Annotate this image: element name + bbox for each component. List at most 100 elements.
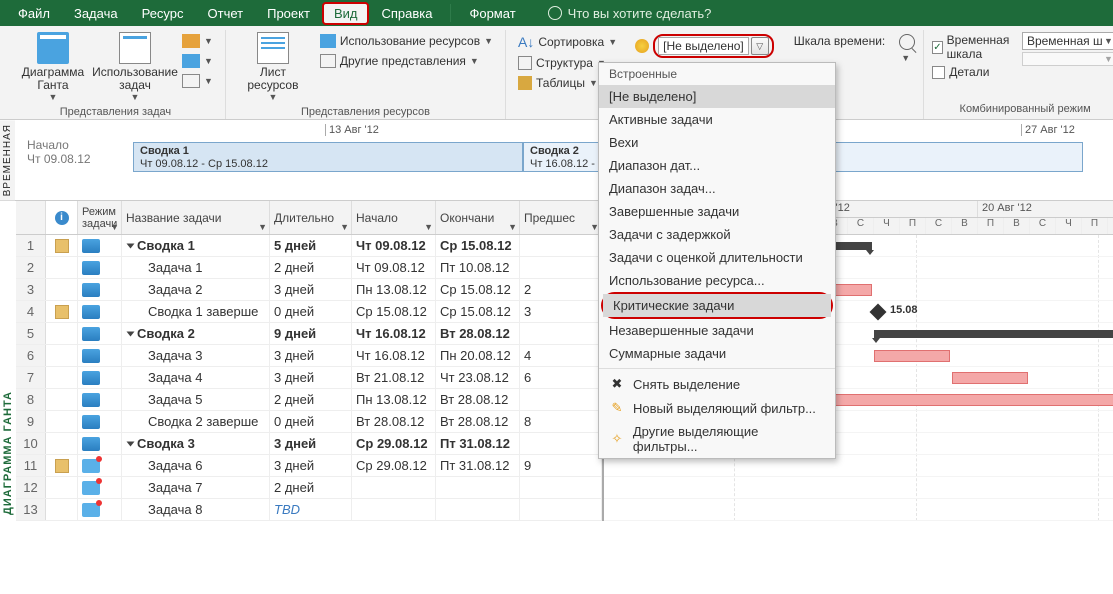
table-row[interactable]: 13Задача 8TBD: [16, 499, 602, 521]
menu-format[interactable]: Формат: [457, 2, 527, 25]
cell-end[interactable]: Вт 28.08.12: [436, 323, 520, 344]
details-checkbox-row[interactable]: Детали: [932, 64, 1012, 80]
highlight-button[interactable]: [Не выделено] ▽: [631, 32, 778, 60]
dd-item-completed[interactable]: Завершенные задачи: [599, 200, 835, 223]
menu-resource[interactable]: Ресурс: [130, 2, 196, 25]
cell-duration[interactable]: 5 дней: [270, 235, 352, 256]
summary-bar[interactable]: [874, 330, 1113, 338]
cell-mode[interactable]: [78, 411, 122, 432]
dd-item-late[interactable]: Задачи с задержкой: [599, 223, 835, 246]
table-row[interactable]: 7Задача 43 днейВт 21.08.12Чт 23.08.126: [16, 367, 602, 389]
dd-item-active[interactable]: Активные задачи: [599, 108, 835, 131]
cell-mode[interactable]: [78, 323, 122, 344]
cell-duration[interactable]: 2 дней: [270, 389, 352, 410]
cell-start[interactable]: Ср 29.08.12: [352, 455, 436, 476]
dd-item-estimated[interactable]: Задачи с оценкой длительности: [599, 246, 835, 269]
table-row[interactable]: 4Сводка 1 заверше0 днейСр 15.08.12Ср 15.…: [16, 301, 602, 323]
tell-me[interactable]: Что вы хотите сделать?: [548, 6, 712, 21]
cell-duration[interactable]: 3 дней: [270, 433, 352, 454]
details-checkbox[interactable]: [932, 66, 945, 79]
table-row[interactable]: 3Задача 23 днейПн 13.08.12Ср 15.08.122: [16, 279, 602, 301]
cell-info[interactable]: [46, 257, 78, 278]
dd-item-critical[interactable]: Критические задачи: [603, 294, 831, 317]
cell-name[interactable]: Задача 4: [122, 367, 270, 388]
cell-rownum[interactable]: 4: [16, 301, 46, 322]
other-views-button[interactable]: Другие представления▼: [316, 52, 497, 70]
menu-view[interactable]: Вид: [322, 2, 370, 25]
th-duration[interactable]: Длительно▼: [270, 201, 352, 234]
cell-duration[interactable]: 3 дней: [270, 345, 352, 366]
cell-name[interactable]: Сводка 1: [122, 235, 270, 256]
cell-pred[interactable]: [520, 235, 602, 256]
cell-rownum[interactable]: 5: [16, 323, 46, 344]
cell-start[interactable]: [352, 477, 436, 498]
cell-duration[interactable]: 3 дней: [270, 367, 352, 388]
cell-end[interactable]: Ср 15.08.12: [436, 301, 520, 322]
menu-file[interactable]: Файл: [6, 2, 62, 25]
calendar-button[interactable]: ▼: [178, 52, 217, 70]
highlight-dropdown[interactable]: ▽: [751, 37, 769, 55]
cell-pred[interactable]: 9: [520, 455, 602, 476]
cell-pred[interactable]: [520, 433, 602, 454]
cell-pred[interactable]: 8: [520, 411, 602, 432]
cell-start[interactable]: Вт 21.08.12: [352, 367, 436, 388]
cell-rownum[interactable]: 8: [16, 389, 46, 410]
dd-item-summary[interactable]: Суммарные задачи: [599, 342, 835, 365]
cell-mode[interactable]: [78, 257, 122, 278]
cell-end[interactable]: Пт 31.08.12: [436, 455, 520, 476]
cell-start[interactable]: Ср 15.08.12: [352, 301, 436, 322]
cell-mode[interactable]: [78, 301, 122, 322]
cell-start[interactable]: Чт 16.08.12: [352, 323, 436, 344]
cell-start[interactable]: Ср 29.08.12: [352, 433, 436, 454]
cell-start[interactable]: Чт 09.08.12: [352, 235, 436, 256]
cell-info[interactable]: [46, 433, 78, 454]
network-diagram-button[interactable]: ▼: [178, 32, 217, 50]
task-bar[interactable]: [952, 372, 1028, 384]
cell-name[interactable]: Задача 3: [122, 345, 270, 366]
table-row[interactable]: 2Задача 12 днейЧт 09.08.12Пт 10.08.12: [16, 257, 602, 279]
zoom-icon[interactable]: [899, 34, 915, 50]
cell-rownum[interactable]: 10: [16, 433, 46, 454]
cell-info[interactable]: [46, 477, 78, 498]
cell-mode[interactable]: [78, 477, 122, 498]
table-row[interactable]: 12Задача 72 дней: [16, 477, 602, 499]
cell-info[interactable]: [46, 345, 78, 366]
cell-pred[interactable]: [520, 323, 602, 344]
cell-end[interactable]: Чт 23.08.12: [436, 367, 520, 388]
cell-name[interactable]: Задача 1: [122, 257, 270, 278]
milestone[interactable]: [870, 304, 887, 321]
cell-rownum[interactable]: 13: [16, 499, 46, 520]
cell-duration[interactable]: 3 дней: [270, 279, 352, 300]
cell-end[interactable]: Пн 20.08.12: [436, 345, 520, 366]
menu-project[interactable]: Проект: [255, 2, 322, 25]
cell-duration[interactable]: 2 дней: [270, 257, 352, 278]
cell-pred[interactable]: [520, 257, 602, 278]
th-end[interactable]: Окончани▼: [436, 201, 520, 234]
cell-pred[interactable]: [520, 499, 602, 520]
table-row[interactable]: 11Задача 63 днейСр 29.08.12Пт 31.08.129: [16, 455, 602, 477]
cell-name[interactable]: Сводка 2 заверше: [122, 411, 270, 432]
resource-sheet-button[interactable]: Лист ресурсов ▼: [234, 30, 312, 104]
cell-pred[interactable]: [520, 477, 602, 498]
cell-duration[interactable]: 0 дней: [270, 411, 352, 432]
cell-mode[interactable]: [78, 345, 122, 366]
cell-name[interactable]: Задача 5: [122, 389, 270, 410]
dd-clear[interactable]: ✖Снять выделение: [599, 372, 835, 396]
th-mode[interactable]: Режим задачи▼: [78, 201, 122, 234]
cell-name[interactable]: Задача 8: [122, 499, 270, 520]
sort-button[interactable]: A↓Сортировка▼: [514, 32, 621, 52]
th-info[interactable]: i: [46, 201, 78, 234]
dd-item-taskrange[interactable]: Диапазон задач...: [599, 177, 835, 200]
cell-mode[interactable]: [78, 433, 122, 454]
task-bar[interactable]: [874, 350, 950, 362]
cell-info[interactable]: [46, 323, 78, 344]
cell-name[interactable]: Сводка 3: [122, 433, 270, 454]
cell-end[interactable]: Вт 28.08.12: [436, 389, 520, 410]
dd-item-none[interactable]: [Не выделено]: [599, 85, 835, 108]
cell-duration[interactable]: 3 дней: [270, 455, 352, 476]
cell-end[interactable]: Ср 15.08.12: [436, 279, 520, 300]
timeline-checkbox-row[interactable]: ✓Временная шкала: [932, 32, 1012, 62]
th-name[interactable]: Название задачи▼: [122, 201, 270, 234]
cell-mode[interactable]: [78, 279, 122, 300]
dd-item-milestones[interactable]: Вехи: [599, 131, 835, 154]
